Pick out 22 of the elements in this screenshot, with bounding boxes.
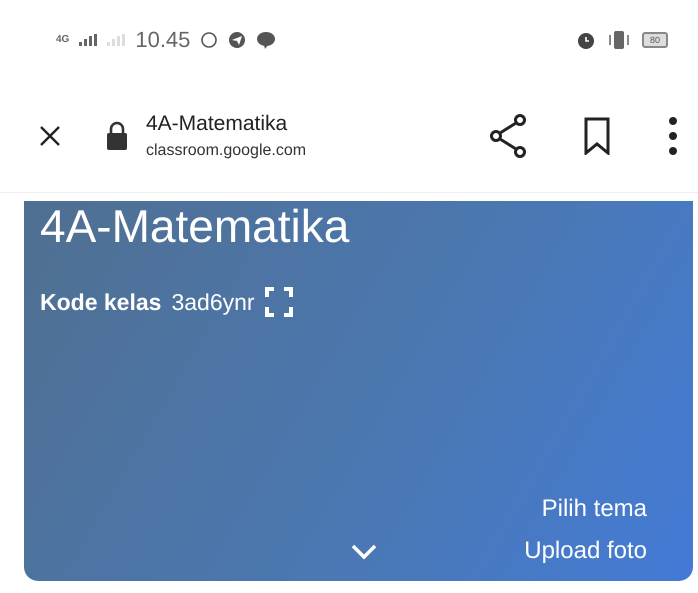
network-label: 4G	[56, 35, 70, 45]
class-code: 3ad6ynr	[171, 288, 255, 316]
banner-link[interactable]: Pilih tema	[542, 495, 647, 523]
class-code-label: Kode kelas	[40, 288, 162, 316]
page-title: 4A-Matematika	[146, 112, 288, 136]
menu-button[interactable]	[668, 116, 678, 156]
signal-icon	[107, 34, 126, 46]
speech-bubble-icon	[256, 31, 276, 49]
bookmark-button[interactable]	[584, 117, 610, 155]
battery-level: 80	[642, 32, 668, 48]
alarm-icon	[576, 30, 596, 50]
class-title: 4A-Matematika	[40, 203, 350, 249]
page-url: classroom.google.com	[146, 142, 306, 160]
expand-button[interactable]	[350, 543, 378, 561]
clock-time: 10.45	[135, 27, 190, 53]
lock-icon	[106, 121, 128, 151]
paper-plane-icon	[228, 31, 246, 49]
share-button[interactable]	[490, 114, 526, 158]
signal-icon	[79, 34, 98, 46]
banner-link[interactable]: Upload foto	[524, 537, 647, 565]
close-button[interactable]	[38, 124, 62, 148]
fullscreen-button[interactable]	[264, 287, 293, 317]
